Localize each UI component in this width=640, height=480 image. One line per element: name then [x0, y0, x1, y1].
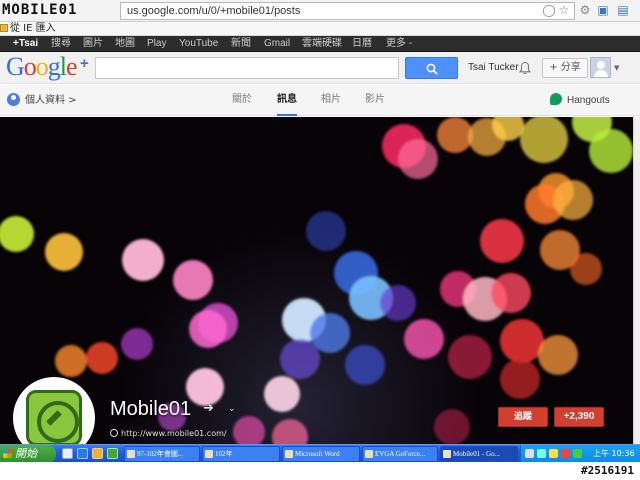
gbar-item-play[interactable]: Play	[147, 36, 166, 52]
media-icon[interactable]	[107, 448, 118, 459]
gbar-item-youtube[interactable]: YouTube	[179, 36, 218, 52]
tab-videos[interactable]: 影片	[365, 85, 385, 116]
profile-nav: 個人資料 > 關於 訊息 相片 影片 Hangouts	[0, 85, 640, 116]
task-folder-102[interactable]: 102年	[202, 446, 280, 462]
star-icon[interactable]: ☆	[557, 3, 571, 17]
share-arrow-icon[interactable]: ➜	[203, 401, 214, 416]
translate-icon[interactable]: ▤	[616, 3, 630, 17]
clock[interactable]: 上午 10:36	[593, 445, 635, 463]
footer-area: #2516191	[0, 462, 640, 480]
google-bar: +Tsai 搜尋 圖片 地圖 Play YouTube 新聞 Gmail 雲端硬…	[0, 36, 640, 52]
bokeh-lights-image	[0, 117, 633, 444]
start-button[interactable]: 開始	[0, 445, 56, 463]
hangouts-label: Hangouts	[567, 95, 610, 106]
update-icon[interactable]	[573, 449, 582, 458]
chevron-down-icon[interactable]: ▼	[614, 64, 619, 72]
share-button[interactable]: + 分享	[542, 58, 588, 78]
gbar-item-gmail[interactable]: Gmail	[264, 36, 290, 52]
gbar-item-drive[interactable]: 雲端硬碟	[302, 36, 342, 52]
gplus-header: Google + Tsai Tucker + 分享 ▼	[0, 52, 640, 84]
system-tray: 上午 10:36	[520, 445, 640, 463]
mobile01-watermark-logo: MOBILE01	[2, 2, 78, 18]
search-icon	[426, 63, 438, 75]
search-button[interactable]	[405, 57, 458, 79]
gbar-item-more[interactable]: 更多 -	[386, 36, 412, 52]
gbar-item-calendar[interactable]: 日曆	[352, 36, 372, 52]
keyboard-icon[interactable]	[525, 449, 534, 458]
site-url-text: http://www.mobile01.com/	[121, 429, 227, 438]
task-word[interactable]: Microsoft Word	[282, 446, 360, 462]
globe-icon	[110, 429, 118, 437]
shield-icon[interactable]: ◯	[542, 3, 556, 17]
volume-icon[interactable]	[549, 449, 558, 458]
cover-photo	[0, 117, 633, 444]
ie-icon[interactable]	[77, 448, 88, 459]
gbar-item-maps[interactable]: 地圖	[115, 36, 135, 52]
google-logo-plus: +	[80, 55, 89, 72]
browser-address-row: MOBILE01 us.google.com/u/0/+mobile01/pos…	[0, 0, 640, 22]
gbar-item-search[interactable]: 搜尋	[51, 36, 71, 52]
task-evga[interactable]: EVGA GeForce...	[362, 446, 438, 462]
google-logo[interactable]: Google	[6, 53, 78, 81]
profile-menu-label: 個人資料 >	[25, 95, 77, 106]
gbar-item-plus-tsai[interactable]: +Tsai	[13, 36, 38, 52]
network-icon[interactable]	[537, 449, 546, 458]
windows-taskbar: 開始 97-102年會圖... 102年 Microsoft Word EVGA…	[0, 444, 640, 463]
url-field[interactable]: us.google.com/u/0/+mobile01/posts	[120, 2, 575, 20]
notification-bell-icon[interactable]	[518, 61, 532, 75]
tab-photos[interactable]: 相片	[321, 85, 341, 116]
follow-button[interactable]: 追蹤	[498, 407, 548, 427]
security-icon[interactable]	[561, 449, 570, 458]
settings-icon[interactable]: ⚙	[578, 3, 592, 17]
page-scrollbar[interactable]	[633, 117, 640, 444]
gbar-item-news[interactable]: 新聞	[231, 36, 251, 52]
image-watermark-id: #2516191	[581, 464, 634, 477]
task-excel-file[interactable]: 97-102年會圖...	[124, 446, 200, 462]
tab-about[interactable]: 關於	[232, 85, 252, 116]
search-input[interactable]	[95, 57, 399, 79]
extension-icon[interactable]: ▣	[596, 3, 610, 17]
gbar-item-images[interactable]: 圖片	[83, 36, 103, 52]
folder-icon	[0, 24, 8, 32]
person-icon	[7, 93, 20, 106]
firefox-icon[interactable]	[92, 448, 103, 459]
chevron-down-icon[interactable]: ⌄	[228, 404, 236, 414]
hangouts-link[interactable]: Hangouts	[550, 93, 610, 108]
hangouts-icon	[550, 93, 562, 105]
tab-posts[interactable]: 訊息	[277, 85, 297, 116]
user-name-link[interactable]: Tsai Tucker	[468, 52, 519, 84]
page-title: Mobile01	[110, 398, 192, 420]
show-desktop-icon[interactable]	[62, 448, 73, 459]
profile-menu-link[interactable]: 個人資料 >	[7, 93, 77, 107]
site-url-link[interactable]: http://www.mobile01.com/	[110, 428, 227, 440]
task-chrome-mobile01[interactable]: Mobile01 - Go...	[440, 446, 518, 462]
avatar[interactable]	[590, 57, 611, 78]
bookmark-import-ie[interactable]: 從 IE 匯入	[10, 22, 56, 35]
mobile01-logo-icon	[26, 390, 82, 446]
plusone-button[interactable]: +2,390	[554, 407, 604, 427]
bookmarks-bar: 從 IE 匯入	[0, 22, 640, 36]
